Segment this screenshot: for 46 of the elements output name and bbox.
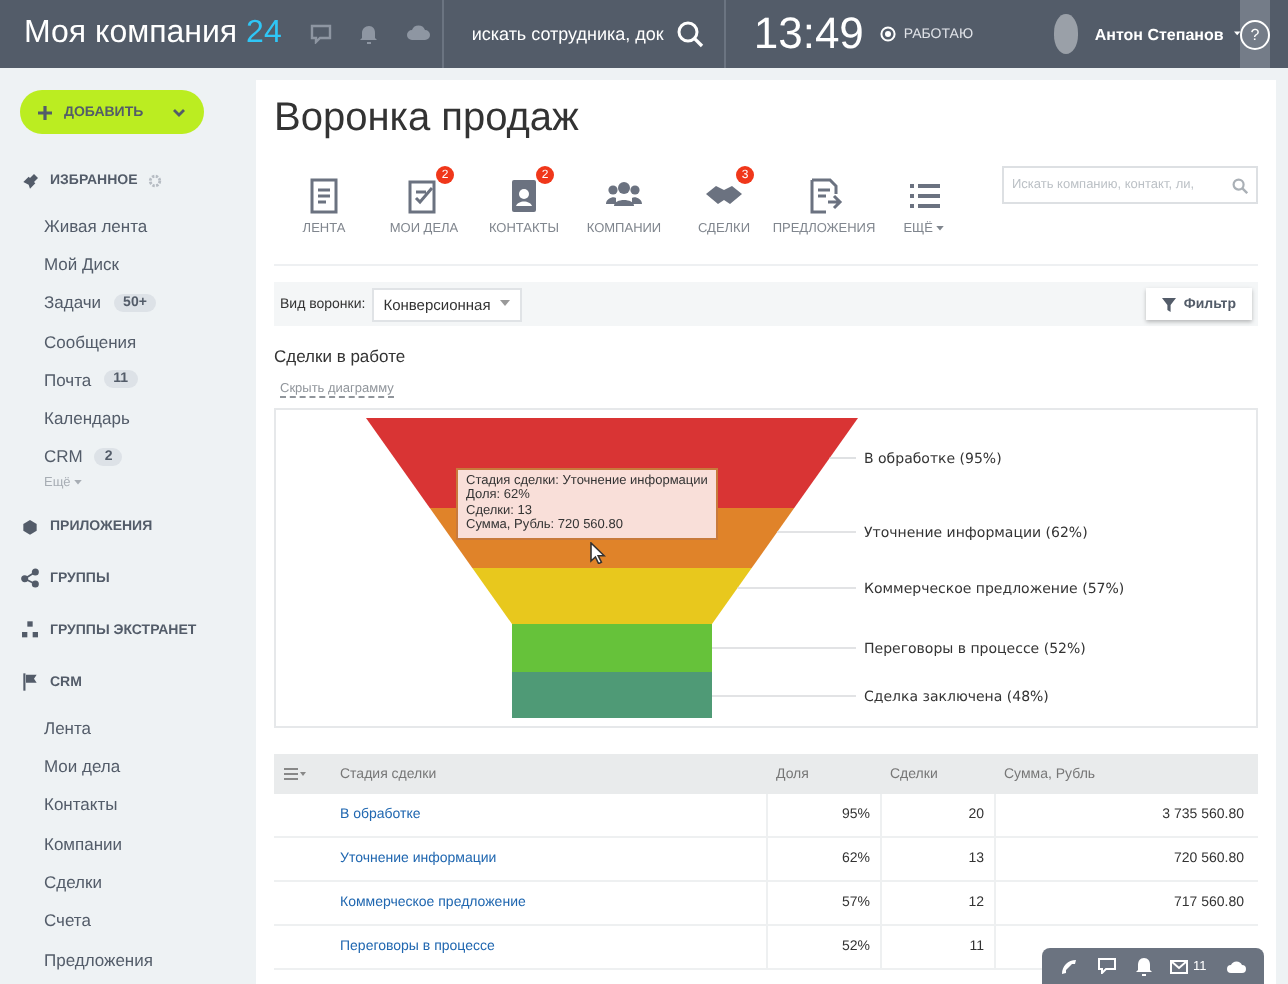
sidebar-item[interactable]: Мои дела <box>44 756 121 777</box>
filter-icon <box>1161 297 1176 311</box>
company-logo[interactable]: Моя компания 24 <box>0 16 282 52</box>
sidebar-item[interactable]: Компании <box>44 833 123 854</box>
sidebar-item[interactable]: Лента <box>44 717 92 738</box>
phone-icon[interactable] <box>1059 957 1078 975</box>
bell-icon[interactable] <box>359 24 378 44</box>
cloud-icon[interactable] <box>1226 958 1247 974</box>
sidebar-item[interactable]: Мой Диск <box>44 253 119 274</box>
cloud-icon[interactable] <box>405 24 430 42</box>
search-icon[interactable] <box>675 20 704 48</box>
bell-icon[interactable] <box>1135 957 1152 975</box>
section-icon <box>20 516 40 537</box>
page-title: Воронка продаж <box>274 94 581 144</box>
user-avatar[interactable] <box>1053 14 1079 54</box>
section-icon <box>20 170 40 190</box>
sidebar-item[interactable]: Контакты <box>44 794 118 815</box>
caret-icon <box>936 226 945 232</box>
sidebar-item[interactable]: Живая лента <box>44 215 148 236</box>
sidebar-item[interactable]: CRM <box>44 446 83 467</box>
caret-icon <box>74 480 83 487</box>
employee-search-field[interactable]: искать сотрудника, док <box>441 0 726 68</box>
sidebar-item[interactable]: Календарь <box>44 408 130 429</box>
section-icon <box>20 620 40 641</box>
mail-icon[interactable] <box>1170 959 1189 973</box>
sidebar-item[interactable]: Сделки <box>44 871 102 892</box>
menu-icon[interactable] <box>284 768 306 780</box>
section-icon <box>20 672 40 693</box>
chat-icon[interactable] <box>309 24 332 44</box>
sidebar-item[interactable]: Задачи <box>44 292 102 313</box>
caret-icon <box>500 300 511 308</box>
section-icon <box>20 568 40 589</box>
clock-time: 13:49 <box>751 8 864 60</box>
sidebar-item[interactable]: Сообщения <box>44 331 137 352</box>
sidebar-item[interactable]: Почта <box>44 369 92 390</box>
plus-icon <box>38 105 52 119</box>
status-icon <box>879 26 896 42</box>
sidebar-item[interactable]: Предложения <box>44 949 153 969</box>
mouse-cursor-icon <box>590 542 606 564</box>
section-title: Сделки в работе <box>274 346 408 366</box>
chevron-icon <box>172 107 186 117</box>
leader-line <box>828 457 857 459</box>
sidebar-item[interactable]: Счета <box>44 910 91 931</box>
settings-icon[interactable] <box>147 173 162 187</box>
help-button[interactable]: ? <box>1240 0 1270 68</box>
user-name[interactable]: Антон Степанов <box>1094 25 1224 43</box>
